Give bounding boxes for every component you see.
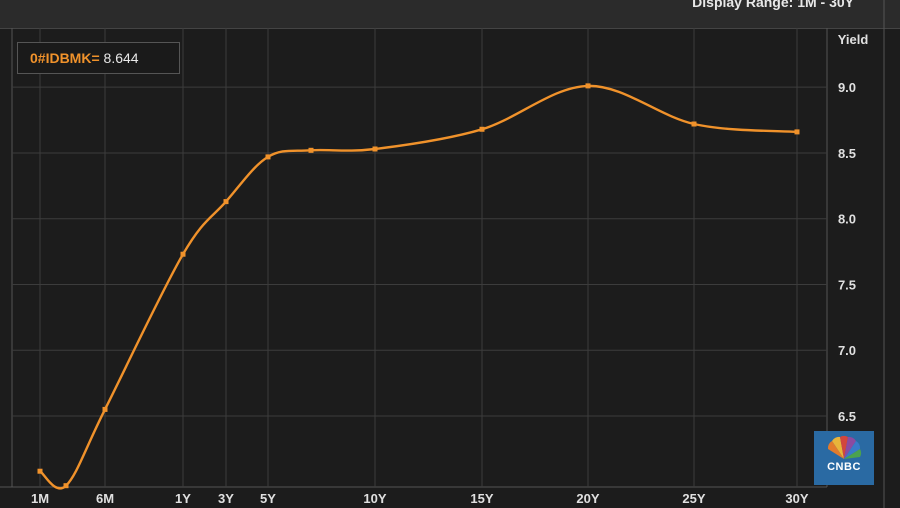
grid-lines bbox=[12, 28, 827, 487]
data-point[interactable] bbox=[265, 154, 271, 160]
data-point[interactable] bbox=[37, 468, 43, 474]
data-point[interactable] bbox=[63, 483, 69, 489]
x-tick-label: 1Y bbox=[175, 491, 191, 506]
y-tick-label: 8.5 bbox=[838, 146, 856, 161]
data-point[interactable] bbox=[691, 121, 697, 127]
data-point[interactable] bbox=[794, 129, 800, 135]
y-tick-label: 7.5 bbox=[838, 277, 856, 292]
x-tick-label: 5Y bbox=[260, 491, 276, 506]
x-tick-label: 3Y bbox=[218, 491, 234, 506]
data-point[interactable] bbox=[479, 126, 485, 132]
data-point[interactable] bbox=[585, 83, 591, 89]
x-tick-label: 1M bbox=[31, 491, 49, 506]
x-tick-label: 15Y bbox=[470, 491, 493, 506]
data-point[interactable] bbox=[223, 199, 229, 205]
y-tick-label: 6.5 bbox=[838, 409, 856, 424]
data-point[interactable] bbox=[372, 146, 378, 152]
legend-series-name: 0#IDBMK= bbox=[30, 50, 100, 66]
y-tick-label: 7.0 bbox=[838, 343, 856, 358]
x-tick-label: 20Y bbox=[576, 491, 599, 506]
x-axis-ticks: 1M 6M 1Y 3Y 5Y 10Y 15Y 20Y 25Y 30Y bbox=[31, 491, 809, 506]
x-tick-label: 30Y bbox=[785, 491, 808, 506]
series-line bbox=[39, 84, 798, 490]
chart-window: Display Range: 1M - 30Y 1M 6M 1Y 3Y 5Y 10Y 15Y… bbox=[0, 0, 900, 508]
peacock-icon bbox=[827, 435, 862, 459]
cnbc-logo: CNBC bbox=[814, 431, 874, 485]
x-tick-label: 6M bbox=[96, 491, 114, 506]
y-tick-label: 9.0 bbox=[838, 80, 856, 95]
y-axis-ticks: 6.5 7.0 7.5 8.0 8.5 9.0 bbox=[838, 80, 856, 424]
cnbc-wordmark: CNBC bbox=[827, 461, 861, 473]
data-point[interactable] bbox=[102, 406, 108, 412]
legend-current-value: 8.644 bbox=[103, 50, 139, 66]
x-tick-label: 25Y bbox=[682, 491, 705, 506]
yield-curve-chart: 1M 6M 1Y 3Y 5Y 10Y 15Y 20Y 25Y 30Y 6.5 7.0 7.5 8.0 8.… bbox=[0, 0, 885, 508]
x-tick-label: 10Y bbox=[363, 491, 386, 506]
y-tick-label: 8.0 bbox=[838, 212, 856, 227]
data-point[interactable] bbox=[180, 251, 186, 257]
data-point[interactable] bbox=[308, 147, 314, 153]
y-axis-title: Yield bbox=[838, 32, 869, 47]
series-legend[interactable]: 0#IDBMK= 8.644 bbox=[17, 42, 180, 74]
